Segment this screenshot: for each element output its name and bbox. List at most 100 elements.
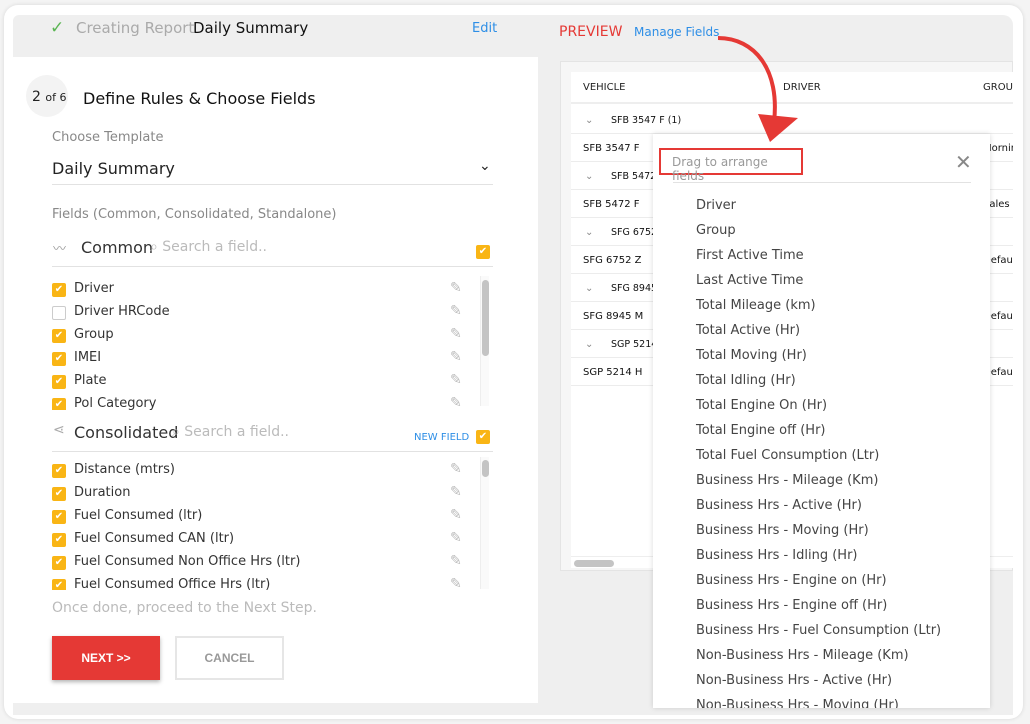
draggable-field[interactable]: Non-Business Hrs - Active (Hr) [696,673,892,688]
pencil-icon[interactable]: ✎ [450,530,462,546]
popup-title: Drag to arrange fields [659,148,803,183]
pencil-icon[interactable]: ✎ [450,461,462,477]
field-checkbox[interactable] [52,306,66,320]
field-checkbox[interactable]: ✔ [52,352,66,366]
field-checkbox[interactable]: ✔ [52,579,66,590]
draggable-field[interactable]: Business Hrs - Mileage (Km) [696,473,878,488]
common-scrollbar[interactable] [480,276,489,406]
field-label: Fuel Consumed CAN (ltr) [74,531,235,546]
new-field-link[interactable]: NEW FIELD [414,432,469,443]
report-name: Daily Summary [193,19,309,37]
draggable-field[interactable]: Group [696,223,736,238]
draggable-field[interactable]: Non-Business Hrs - Moving (Hr) [696,698,899,708]
step-total: of 6 [45,91,67,104]
common-title: Common [81,238,154,257]
next-button[interactable]: NEXT >> [52,636,160,680]
check-icon: ✓ [50,18,65,38]
field-checkbox[interactable]: ✔ [52,283,66,297]
draggable-field[interactable]: Business Hrs - Active (Hr) [696,498,862,513]
consolidated-title: Consolidated [74,423,179,442]
consolidated-search-placeholder: Search a field.. [184,424,289,440]
common-search[interactable]: ⌕ Search a field.. [150,239,267,255]
consolidated-scrollbar[interactable] [480,457,489,589]
chevron-down-icon[interactable]: ⌄ [585,227,593,238]
draggable-field[interactable]: Non-Business Hrs - Mileage (Km) [696,648,909,663]
pencil-icon[interactable]: ✎ [450,303,462,319]
pencil-icon[interactable]: ✎ [450,280,462,296]
draggable-field[interactable]: Total Idling (Hr) [696,373,796,388]
field-label: IMEI [74,350,102,365]
field-label: Fuel Consumed (ltr) [74,508,203,523]
chevron-down-icon[interactable]: ⌄ [585,339,593,350]
common-search-placeholder: Search a field.. [162,239,267,255]
field-checkbox[interactable]: ✔ [52,375,66,389]
field-checkbox[interactable]: ✔ [52,398,66,410]
step-current: 2 [32,89,41,105]
pencil-icon[interactable]: ✎ [450,349,462,365]
consolidated-select-all[interactable]: ✔ [476,430,490,444]
preview-title: PREVIEW [559,24,623,40]
close-icon[interactable]: ✕ [955,150,972,174]
field-label: Group [74,327,114,342]
field-checkbox[interactable]: ✔ [52,533,66,547]
template-label: Choose Template [52,130,164,145]
pencil-icon[interactable]: ✎ [450,553,462,569]
field-checkbox[interactable]: ✔ [52,329,66,343]
annotation-arrow [717,36,798,142]
draggable-field[interactable]: Total Engine off (Hr) [696,423,826,438]
column-header[interactable]: VEHICLE [583,82,626,93]
field-checkbox[interactable]: ✔ [52,464,66,478]
draggable-field[interactable]: Business Hrs - Moving (Hr) [696,523,869,538]
vehicle-cell: SFG 6752 Z [583,255,642,266]
pencil-icon[interactable]: ✎ [450,484,462,500]
template-select[interactable]: Daily Summary [52,159,175,178]
field-list-viewport: ✔ Driver ✎ Driver HRCode ✎ ✔ Group ✎ ✔ IMEI ✎ ✔ Plat… [0,277,480,410]
pencil-icon[interactable]: ✎ [450,576,462,590]
field-checkbox[interactable]: ✔ [52,487,66,501]
group-label: SFG 8945 [611,283,658,294]
chevron-down-icon[interactable]: ⌄ [479,158,491,174]
manage-fields-popup: Drag to arrange fields ✕ Driver Group Firs… [653,134,990,708]
field-label: Driver HRCode [74,304,170,319]
edit-link[interactable]: Edit [472,21,497,36]
field-label: Plate [74,373,107,388]
fields-label: Fields (Common, Consolidated, Standalone… [52,207,337,222]
draggable-field[interactable]: First Active Time [696,248,804,263]
draggable-field[interactable]: Business Hrs - Fuel Consumption (Ltr) [696,623,941,638]
draggable-field[interactable]: Business Hrs - Idling (Hr) [696,548,858,563]
common-select-all[interactable]: ✔ [476,245,490,259]
share-icon: ⋖ [53,422,65,438]
cancel-button[interactable]: CANCEL [175,636,284,680]
draggable-field[interactable]: Total Engine On (Hr) [696,398,827,413]
chevron-down-icon[interactable]: ⌄ [585,171,593,182]
field-label: Pol Category [74,396,157,410]
vehicle-cell: SFB 5472 F [583,199,640,210]
group-label: SFG 6752 [611,227,658,238]
chevron-down-icon[interactable]: ⌄ [585,283,593,294]
pencil-icon[interactable]: ✎ [450,395,462,410]
draggable-field[interactable]: Last Active Time [696,273,803,288]
field-checkbox[interactable]: ✔ [52,556,66,570]
field-checkbox[interactable]: ✔ [52,510,66,524]
field-label: Distance (mtrs) [74,462,175,477]
consolidated-search[interactable]: ⌕ Search a field.. [172,424,289,440]
field-label: Fuel Consumed Office Hrs (ltr) [74,577,271,590]
draggable-field[interactable]: Total Fuel Consumption (Ltr) [696,448,879,463]
pencil-icon[interactable]: ✎ [450,507,462,523]
step-title: Define Rules & Choose Fields [83,89,316,108]
pencil-icon[interactable]: ✎ [450,326,462,342]
hint-text: Once done, proceed to the Next Step. [52,600,317,616]
chevron-down-icon[interactable]: ⌄ [585,115,593,126]
column-header[interactable]: GROUP [983,82,1013,93]
group-label: SFB 3547 F (1) [611,115,682,126]
field-label: Fuel Consumed Non Office Hrs (ltr) [74,554,301,569]
pencil-icon[interactable]: ✎ [450,372,462,388]
draggable-field[interactable]: Total Active (Hr) [696,323,800,338]
draggable-field[interactable]: Total Mileage (km) [696,298,816,313]
draggable-field[interactable]: Driver [696,198,736,213]
draggable-field[interactable]: Business Hrs - Engine off (Hr) [696,598,887,613]
draggable-field[interactable]: Business Hrs - Engine on (Hr) [696,573,887,588]
field-label: Duration [74,485,131,500]
status-text: Creating Report [76,19,195,37]
draggable-field[interactable]: Total Moving (Hr) [696,348,807,363]
